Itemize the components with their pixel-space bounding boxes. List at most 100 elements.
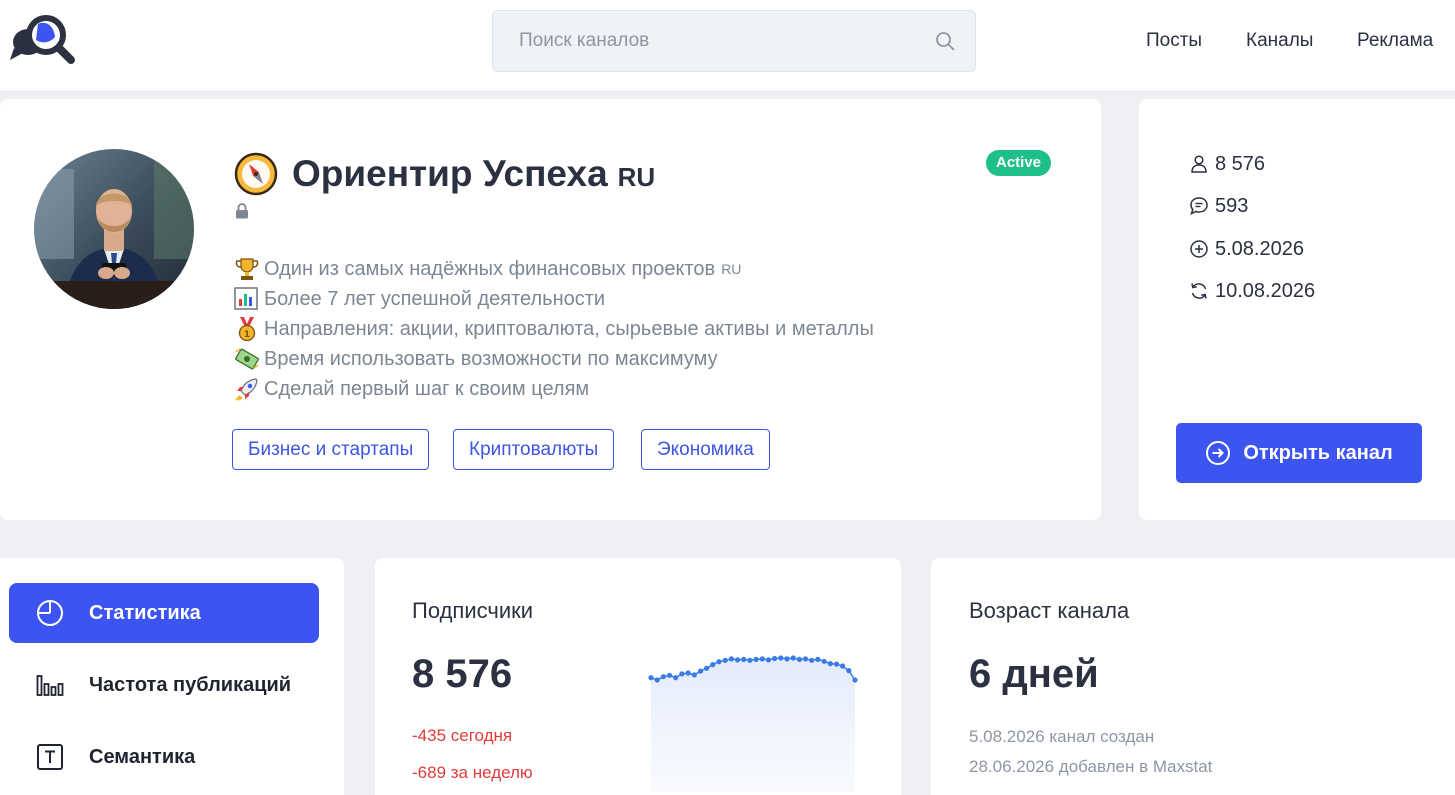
sparkline-point — [846, 668, 852, 674]
plus-circle-icon — [1190, 240, 1208, 258]
pie-chart-icon — [37, 600, 63, 626]
stat-created-value: 5.08.2026 — [1215, 237, 1304, 260]
bar-chart-icon — [36, 675, 64, 696]
sidebar-item-frequency[interactable]: Частота публикаций — [9, 655, 319, 715]
arrow-right-circle-icon — [1206, 441, 1231, 465]
channel-title: Ориентир Успеха — [292, 153, 608, 194]
description-text: Направления: акции, криптовалюта, сырьев… — [264, 317, 874, 340]
sparkline-point — [710, 662, 716, 668]
subscribers-card: Подписчики 8 576 -435 сегодня -689 за не… — [375, 558, 901, 795]
compass-icon — [234, 152, 278, 196]
logo-icon[interactable] — [8, 10, 76, 66]
sparkline-point — [802, 656, 809, 662]
channel-title-suffix: RU — [617, 161, 656, 192]
sidebar-item-label: Статистика — [89, 601, 201, 624]
tag-business[interactable]: Бизнес и стартапы — [232, 429, 430, 470]
lock-icon — [236, 203, 248, 219]
stat-subscribers-value: 8 576 — [1215, 152, 1266, 175]
text-icon — [37, 744, 63, 770]
description-line: 1 Направления: акции, криптовалюта, сырь… — [234, 314, 994, 344]
stat-updated: 10.08.2026 — [1189, 277, 1315, 305]
sparkline-point — [697, 668, 704, 674]
subscribers-today: -435 сегодня — [412, 726, 513, 745]
tag-economy[interactable]: Экономика — [641, 429, 770, 470]
description-line: Время использовать возможности по максим… — [234, 344, 994, 374]
sparkline-point — [673, 675, 679, 681]
sparkline-point — [648, 675, 654, 681]
sparkline-point — [734, 657, 741, 663]
stats-card: 8 576 593 5.08.2026 10.08.2026 Открыть к… — [1139, 99, 1455, 520]
sparkline-point — [778, 655, 784, 661]
sparkline-point — [759, 656, 765, 662]
top-header: Посты Каналы Реклама — [0, 0, 1455, 92]
nav-ads[interactable]: Реклама — [1357, 30, 1433, 52]
sparkline-area — [651, 658, 855, 792]
stat-subscribers: 8 576 — [1189, 150, 1265, 178]
sparkline-point — [833, 661, 840, 667]
subscribers-sparkline — [648, 655, 858, 792]
sparkline-point — [654, 677, 660, 683]
description-suffix: RU — [721, 261, 742, 277]
channel-card: Ориентир Успеха RU Active Один из самых … — [0, 99, 1101, 520]
stat-updated-value: 10.08.2026 — [1215, 279, 1316, 302]
search-box[interactable] — [492, 10, 976, 72]
sparkline-point — [728, 656, 734, 662]
sparkline-point — [747, 657, 753, 663]
subscribers-title: Подписчики — [412, 598, 534, 623]
description-line: Один из самых надёжных финансовых проект… — [234, 254, 994, 284]
sparkline-point — [821, 658, 827, 664]
svg-text:1: 1 — [244, 330, 250, 340]
sparkline-point — [765, 657, 772, 663]
description-text: Время использовать возможности по максим… — [264, 347, 718, 370]
sparkline-point — [660, 674, 666, 680]
status-badge: Active — [986, 150, 1051, 176]
open-channel-label: Открыть канал — [1243, 441, 1393, 464]
age-title: Возраст канала — [969, 598, 1130, 623]
description-line: Более 7 лет успешной деятельности — [234, 284, 994, 314]
subscribers-week: -689 за неделю — [412, 763, 533, 782]
sparkline-point — [790, 655, 796, 661]
comment-icon — [1190, 197, 1208, 215]
rocket-icon — [235, 378, 258, 401]
nav-channels[interactable]: Каналы — [1246, 30, 1313, 52]
sparkline-point — [827, 661, 833, 667]
sidebar-item-semantics[interactable]: Семантика — [9, 727, 319, 787]
description-text: Более 7 лет успешной деятельности — [264, 287, 606, 310]
description-line: Сделай первый шаг к своим целям — [234, 374, 994, 404]
sparkline-point — [840, 663, 846, 669]
description-text: Один из самых надёжных финансовых проект… — [264, 257, 716, 280]
age-card: Возраст канала 6 дней 5.08.2026 канал со… — [931, 558, 1455, 795]
user-icon — [1191, 155, 1207, 173]
age-created-line: 5.08.2026 канал создан — [969, 727, 1155, 746]
sparkline-point — [753, 656, 759, 662]
age-value: 6 дней — [969, 652, 1099, 696]
sparkline-point — [679, 671, 685, 677]
subscribers-value: 8 576 — [412, 652, 513, 696]
money-icon — [235, 348, 259, 370]
sparkline-point — [722, 657, 728, 663]
sidebar-menu: Статистика Частота публикаций Семантика — [0, 558, 344, 795]
tag-crypto[interactable]: Криптовалюты — [453, 429, 615, 470]
sparkline-point — [691, 672, 697, 678]
sparkline-point — [704, 665, 710, 671]
sparkline-point — [796, 656, 802, 662]
stat-comments: 593 — [1189, 192, 1248, 220]
avatar — [34, 149, 194, 309]
description-text: Сделай первый шаг к своим целям — [264, 377, 590, 400]
search-input[interactable] — [493, 11, 975, 71]
sidebar-item-statistics[interactable]: Статистика — [9, 583, 319, 643]
sparkline-point — [772, 655, 778, 662]
sparkline-point — [852, 677, 858, 683]
sidebar-item-label: Семантика — [89, 745, 196, 768]
search-icon[interactable] — [935, 31, 955, 51]
bar-chart-icon — [234, 287, 258, 310]
open-channel-button[interactable]: Открыть канал — [1176, 423, 1422, 483]
sparkline-point — [666, 672, 673, 678]
refresh-icon — [1191, 283, 1207, 299]
sparkline-point — [815, 656, 821, 662]
sparkline-point — [716, 659, 722, 665]
stat-created: 5.08.2026 — [1189, 235, 1304, 263]
age-added-line: 28.06.2026 добавлен в Maxstat — [969, 757, 1213, 776]
nav-posts[interactable]: Посты — [1146, 30, 1202, 52]
medal-icon: 1 — [238, 317, 256, 342]
